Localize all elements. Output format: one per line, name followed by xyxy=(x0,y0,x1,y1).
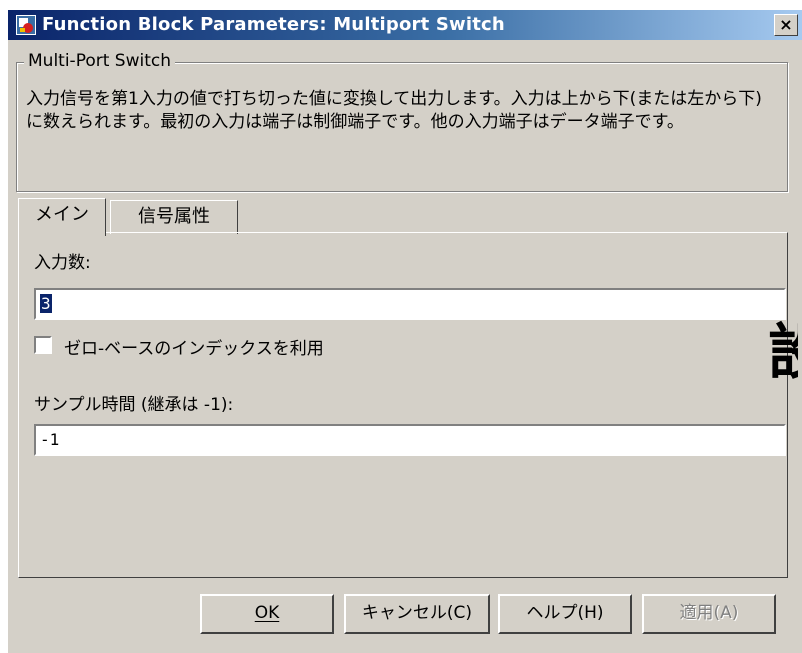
apply-button-label: 適用(A) xyxy=(679,603,739,623)
close-icon: × xyxy=(779,15,793,34)
zero-based-label: ゼロ-ベースのインデックスを利用 xyxy=(64,339,324,359)
close-button[interactable]: × xyxy=(774,14,798,36)
cancel-button-label: キャンセル(C) xyxy=(361,603,473,623)
block-description: 入力信号を第1入力の値で打ち切った値に変換して出力します。入力は上から下(または… xyxy=(26,89,762,132)
help-button-label: ヘルプ(H) xyxy=(526,603,604,623)
ok-button-label: OK xyxy=(254,603,280,623)
group-title: Multi-Port Switch xyxy=(24,51,175,71)
sample-time-label: サンプル時間 (継承は -1): xyxy=(34,395,234,415)
cancel-button[interactable]: キャンセル(C) xyxy=(344,594,490,634)
overflow-glyph: 設 xyxy=(768,318,798,388)
tab-signal-attributes[interactable]: 信号属性 xyxy=(110,200,238,234)
simulink-block-icon xyxy=(16,15,36,35)
num-inputs-value: 3 xyxy=(40,294,52,313)
num-inputs-label: 入力数: xyxy=(34,253,91,273)
tab-main[interactable]: メイン xyxy=(18,198,106,236)
help-button[interactable]: ヘルプ(H) xyxy=(498,594,632,634)
sample-time-value: -1 xyxy=(40,430,60,449)
ok-button[interactable]: OK xyxy=(200,594,334,634)
zero-based-checkbox[interactable] xyxy=(34,336,52,354)
window-title: Function Block Parameters: Multiport Swi… xyxy=(42,14,505,35)
title-bar[interactable]: Function Block Parameters: Multiport Swi… xyxy=(8,10,802,40)
apply-button[interactable]: 適用(A) xyxy=(642,594,776,634)
num-inputs-field[interactable]: 3 xyxy=(34,288,786,320)
sample-time-field[interactable]: -1 xyxy=(34,424,786,456)
